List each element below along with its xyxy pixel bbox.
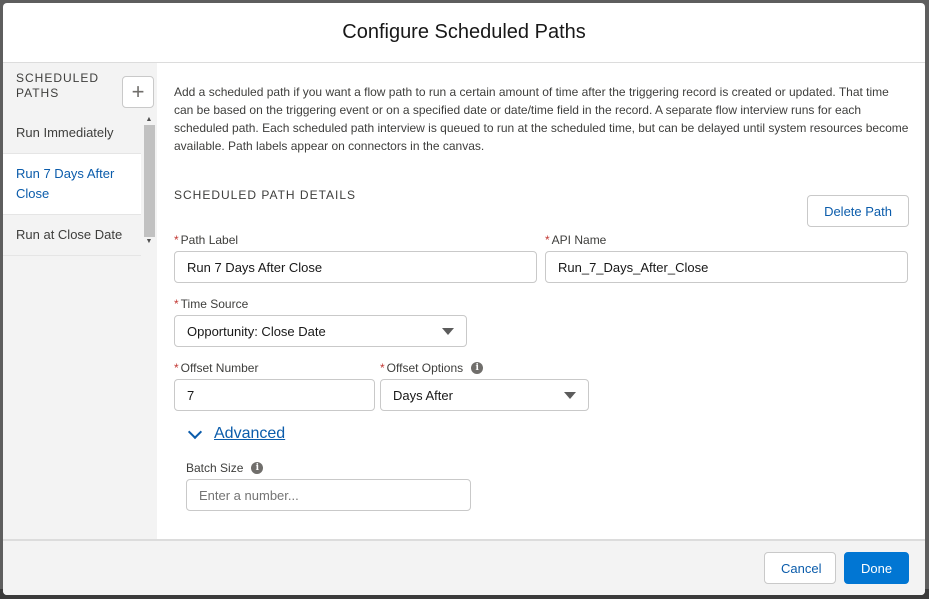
scheduled-paths-sidebar: SCHEDULED PATHS + Run Immediately Run 7 … bbox=[3, 63, 157, 539]
time-source-value: Opportunity: Close Date bbox=[187, 323, 326, 339]
batch-size-field: Batch Size i Enter a number... bbox=[186, 459, 471, 511]
advanced-toggle[interactable]: Advanced bbox=[186, 424, 286, 443]
info-icon[interactable]: i bbox=[251, 462, 264, 474]
offset-number-label: * Offset Number bbox=[174, 361, 259, 375]
scroll-up-arrow-icon[interactable]: ▲ bbox=[143, 115, 155, 125]
path-details-panel: Add a scheduled path if you want a flow … bbox=[157, 63, 925, 539]
time-source-select[interactable]: Opportunity: Close Date bbox=[174, 315, 467, 347]
sidebar-item-label: Run 7 Days After Close bbox=[16, 166, 115, 201]
modal-title: Configure Scheduled Paths bbox=[342, 21, 586, 43]
intro-text: Add a scheduled path if you want a flow … bbox=[174, 85, 909, 153]
scroll-thumb[interactable] bbox=[143, 125, 155, 237]
required-marker: * bbox=[174, 297, 179, 311]
sidebar-item-run-immediately[interactable]: Run Immediately bbox=[3, 119, 141, 154]
caret-down-icon bbox=[564, 391, 576, 399]
delete-path-button[interactable]: Delete Path bbox=[807, 195, 909, 227]
modal-header: Configure Scheduled Paths bbox=[3, 3, 925, 63]
modal-body: SCHEDULED PATHS + Run Immediately Run 7 … bbox=[3, 63, 925, 539]
chevron-down-icon bbox=[187, 424, 203, 440]
caret-down-icon bbox=[442, 327, 454, 335]
sidebar-heading: SCHEDULED PATHS bbox=[16, 71, 100, 100]
api-name-field: * API Name Run_7_Days_After_Close bbox=[545, 231, 908, 283]
add-path-button[interactable]: + bbox=[122, 76, 154, 108]
required-marker: * bbox=[380, 361, 385, 375]
offset-number-input[interactable]: 7 bbox=[174, 379, 375, 411]
advanced-label: Advanced bbox=[214, 425, 286, 442]
section-header: SCHEDULED PATH DETAILS Delete Path bbox=[174, 185, 909, 227]
sidebar-item-label: Run at Close Date bbox=[16, 227, 123, 242]
offset-options-label: * Offset Options i bbox=[380, 359, 589, 377]
batch-size-input[interactable]: Enter a number... bbox=[186, 479, 471, 511]
path-label-label: * Path Label bbox=[174, 233, 239, 247]
sidebar-item-label: Run Immediately bbox=[16, 125, 114, 140]
info-icon[interactable]: i bbox=[471, 362, 484, 374]
offset-options-value: Days After bbox=[393, 387, 453, 403]
sidebar-scrollbar[interactable]: ▲ ▼ bbox=[143, 115, 155, 255]
batch-size-label: Batch Size i bbox=[186, 459, 471, 477]
scroll-down-arrow-icon[interactable]: ▼ bbox=[143, 237, 155, 247]
time-source-label: * Time Source bbox=[174, 297, 249, 311]
path-label-field: * Path Label Run 7 Days After Close bbox=[174, 231, 537, 283]
configure-scheduled-paths-modal: Configure Scheduled Paths SCHEDULED PATH… bbox=[3, 3, 925, 595]
sidebar-header: SCHEDULED PATHS + bbox=[3, 63, 157, 119]
offset-number-field: * Offset Number 7 bbox=[174, 359, 375, 411]
modal-footer: Cancel Done bbox=[3, 539, 925, 595]
cancel-button[interactable]: Cancel bbox=[764, 552, 836, 584]
api-name-input[interactable]: Run_7_Days_After_Close bbox=[545, 251, 908, 283]
sidebar-item-run-at-close-date[interactable]: Run at Close Date bbox=[3, 215, 141, 256]
sidebar-item-run-7-days-after-close[interactable]: Run 7 Days After Close bbox=[3, 154, 141, 215]
offset-options-field: * Offset Options i Days After bbox=[380, 359, 589, 411]
required-marker: * bbox=[174, 233, 179, 247]
required-marker: * bbox=[545, 233, 550, 247]
offset-options-select[interactable]: Days After bbox=[380, 379, 589, 411]
time-source-field: * Time Source Opportunity: Close Date bbox=[174, 295, 467, 347]
required-marker: * bbox=[174, 361, 179, 375]
add-icon: + bbox=[131, 79, 145, 104]
api-name-label: * API Name bbox=[545, 233, 607, 247]
done-button[interactable]: Done bbox=[844, 552, 909, 584]
path-list: Run Immediately Run 7 Days After Close R… bbox=[3, 119, 141, 256]
path-label-input[interactable]: Run 7 Days After Close bbox=[174, 251, 537, 283]
section-title: SCHEDULED PATH DETAILS bbox=[174, 188, 357, 202]
